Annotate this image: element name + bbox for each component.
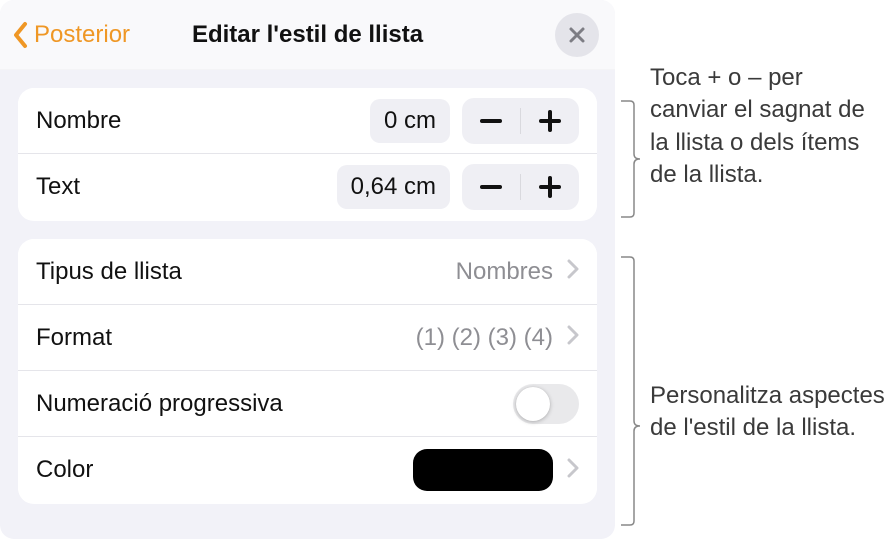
- row-nombre: Nombre 0 cm: [18, 88, 597, 154]
- nombre-decrement-button[interactable]: [462, 98, 520, 144]
- row-format[interactable]: Format (1) (2) (3) (4): [18, 305, 597, 371]
- row-label: Nombre: [36, 107, 121, 135]
- list-type-value: Nombres: [456, 258, 553, 286]
- row-label: Text: [36, 173, 80, 201]
- toggle-knob: [516, 387, 550, 421]
- chevron-right-icon: [567, 259, 579, 284]
- chevron-right-icon: [567, 325, 579, 350]
- close-icon: [567, 25, 587, 45]
- text-decrement-button[interactable]: [462, 164, 520, 210]
- text-stepper: [462, 164, 579, 210]
- row-label: Format: [36, 324, 112, 352]
- minus-icon: [480, 185, 502, 189]
- nombre-increment-button[interactable]: [521, 98, 579, 144]
- callout-bracket-2: [620, 256, 642, 526]
- callout-bracket-1: [620, 100, 642, 218]
- indent-group: Nombre 0 cm Text 0,64 cm: [18, 88, 597, 221]
- row-label: Numeració progressiva: [36, 390, 283, 418]
- panel-title: Editar l'estil de llista: [192, 21, 423, 49]
- close-button[interactable]: [555, 13, 599, 57]
- text-value[interactable]: 0,64 cm: [337, 165, 450, 209]
- nombre-stepper: [462, 98, 579, 144]
- back-button[interactable]: Posterior: [12, 21, 130, 49]
- style-group: Tipus de llista Nombres Format (1) (2) (…: [18, 239, 597, 504]
- progressive-toggle[interactable]: [513, 384, 579, 424]
- row-color[interactable]: Color: [18, 437, 597, 503]
- chevron-right-icon: [567, 458, 579, 483]
- edit-list-style-panel: Posterior Editar l'estil de llista Nombr…: [0, 0, 615, 539]
- callout-text-2: Personalitza aspectes de l'estil de la l…: [650, 380, 885, 445]
- plus-icon: [539, 176, 561, 198]
- format-value: (1) (2) (3) (4): [416, 324, 553, 352]
- panel-header: Posterior Editar l'estil de llista: [0, 0, 615, 70]
- plus-icon: [539, 110, 561, 132]
- color-swatch[interactable]: [413, 449, 553, 491]
- text-increment-button[interactable]: [521, 164, 579, 210]
- row-progressive-numbering: Numeració progressiva: [18, 371, 597, 437]
- minus-icon: [480, 119, 502, 123]
- row-list-type[interactable]: Tipus de llista Nombres: [18, 239, 597, 305]
- callout-text-1: Toca + o – per canviar el sagnat de la l…: [650, 62, 885, 192]
- chevron-left-icon: [12, 21, 30, 49]
- row-text: Text 0,64 cm: [18, 154, 597, 220]
- row-label: Tipus de llista: [36, 258, 182, 286]
- row-label: Color: [36, 456, 93, 484]
- nombre-value[interactable]: 0 cm: [370, 99, 450, 143]
- back-label: Posterior: [34, 21, 130, 49]
